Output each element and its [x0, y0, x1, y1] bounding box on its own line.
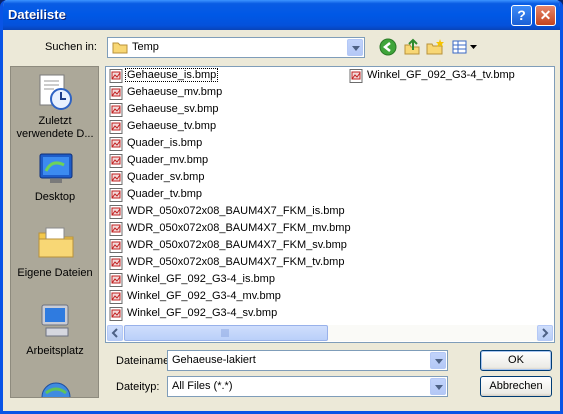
- file-name: Quader_is.bmp: [127, 137, 203, 149]
- grip-icon: [221, 329, 229, 337]
- bitmap-file-icon: [109, 205, 123, 219]
- lookin-dropdown-button[interactable]: [347, 39, 363, 56]
- places-bar: Zuletzt verwendete D... Desktop Eigene D…: [10, 66, 99, 398]
- bitmap-file-icon: [109, 256, 123, 270]
- cancel-button[interactable]: Abbrechen: [480, 376, 552, 397]
- file-name: Gehaeuse_mv.bmp: [127, 86, 223, 98]
- filetype-dropdown-button[interactable]: [430, 378, 446, 395]
- lookin-value: Temp: [132, 41, 159, 53]
- bitmap-file-icon: [109, 188, 123, 202]
- filename-dropdown-button[interactable]: [430, 352, 446, 369]
- close-button[interactable]: ✕: [535, 5, 556, 26]
- ok-button[interactable]: OK: [480, 350, 552, 371]
- file-name: Quader_mv.bmp: [127, 154, 209, 166]
- file-name: Gehaeuse_is.bmp: [124, 68, 219, 82]
- file-name: Winkel_GF_092_G3-4_mv.bmp: [127, 290, 281, 302]
- place-recent-label: Zuletzt verwendete D...: [16, 115, 94, 140]
- file-name: WDR_050x072x08_BAUM4X7_FKM_is.bmp: [127, 205, 345, 217]
- my-documents-icon: [38, 227, 74, 258]
- network-icon: [41, 382, 71, 397]
- place-my-computer[interactable]: Arbeitsplatz: [11, 303, 98, 363]
- window-title: Dateiliste: [8, 7, 66, 22]
- file-name: WDR_050x072x08_BAUM4X7_FKM_tv.bmp: [127, 256, 345, 268]
- place-my-documents-label: Eigene Dateien: [17, 267, 93, 279]
- file-dialog: Dateiliste ? ✕ Suchen in: Temp Zuletzt v…: [0, 0, 563, 414]
- bitmap-file-icon: [109, 222, 123, 236]
- file-name: Gehaeuse_sv.bmp: [127, 103, 219, 115]
- file-name: Quader_sv.bmp: [127, 171, 205, 183]
- place-desktop-label: Desktop: [34, 191, 76, 203]
- back-icon[interactable]: [379, 38, 397, 56]
- chevron-right-icon: [542, 328, 549, 338]
- file-name: Quader_tv.bmp: [127, 188, 203, 200]
- horizontal-scrollbar[interactable]: [107, 325, 553, 341]
- bitmap-file-icon: [109, 103, 123, 117]
- filename-value: Gehaeuse-lakiert: [172, 354, 256, 366]
- scroll-thumb[interactable]: [124, 325, 328, 341]
- scroll-right-button[interactable]: [537, 325, 553, 341]
- lookin-combo[interactable]: Temp: [107, 37, 365, 58]
- file-name: WDR_050x072x08_BAUM4X7_FKM_sv.bmp: [127, 239, 347, 251]
- file-name: Winkel_GF_092_G3-4_tv.bmp: [367, 69, 515, 81]
- place-recent[interactable]: Zuletzt verwendete D...: [11, 71, 98, 145]
- filetype-select[interactable]: All Files (*.*): [167, 376, 448, 397]
- bitmap-file-icon: [109, 273, 123, 287]
- title-bar[interactable]: Dateiliste ? ✕: [3, 0, 560, 30]
- up-folder-icon[interactable]: [403, 38, 421, 56]
- filetype-value: All Files (*.*): [172, 380, 233, 392]
- filename-label: Dateiname:: [116, 355, 173, 367]
- bitmap-file-icon: [109, 120, 123, 134]
- place-network[interactable]: [11, 377, 98, 397]
- bitmap-file-icon: [109, 290, 123, 304]
- lookin-label: Suchen in:: [45, 41, 97, 53]
- filetype-label: Dateityp:: [116, 381, 160, 393]
- view-menu-icon[interactable]: [451, 38, 479, 56]
- my-computer-icon: [41, 304, 69, 337]
- file-name: Winkel_GF_092_G3-4_is.bmp: [127, 273, 275, 285]
- file-name: Winkel_GF_092_G3-4_sv.bmp: [127, 307, 278, 319]
- bitmap-file-icon: [109, 307, 123, 321]
- bitmap-file-icon: [109, 86, 123, 100]
- bitmap-file-icon: [109, 239, 123, 253]
- bitmap-file-icon: [349, 69, 363, 83]
- bitmap-file-icon: [109, 171, 123, 185]
- file-list[interactable]: Gehaeuse_is.bmp Gehaeuse_mv.bmp Gehaeuse_s…: [105, 66, 555, 343]
- scroll-left-button[interactable]: [107, 325, 123, 341]
- bitmap-file-icon: [109, 137, 123, 151]
- bitmap-file-icon: [109, 154, 123, 168]
- recent-icon: [39, 74, 72, 110]
- desktop-icon: [39, 153, 73, 183]
- place-my-documents[interactable]: Eigene Dateien: [11, 225, 98, 287]
- filename-input[interactable]: Gehaeuse-lakiert: [167, 350, 448, 371]
- file-name: WDR_050x072x08_BAUM4X7_FKM_mv.bmp: [127, 222, 351, 234]
- chevron-left-icon: [111, 328, 118, 338]
- help-button[interactable]: ?: [511, 5, 532, 26]
- place-my-computer-label: Arbeitsplatz: [26, 345, 84, 357]
- new-folder-icon[interactable]: [426, 38, 444, 56]
- bitmap-file-icon: [109, 69, 123, 83]
- file-name: Gehaeuse_tv.bmp: [127, 120, 217, 132]
- folder-icon: [112, 42, 128, 54]
- place-desktop[interactable]: Desktop: [11, 151, 98, 211]
